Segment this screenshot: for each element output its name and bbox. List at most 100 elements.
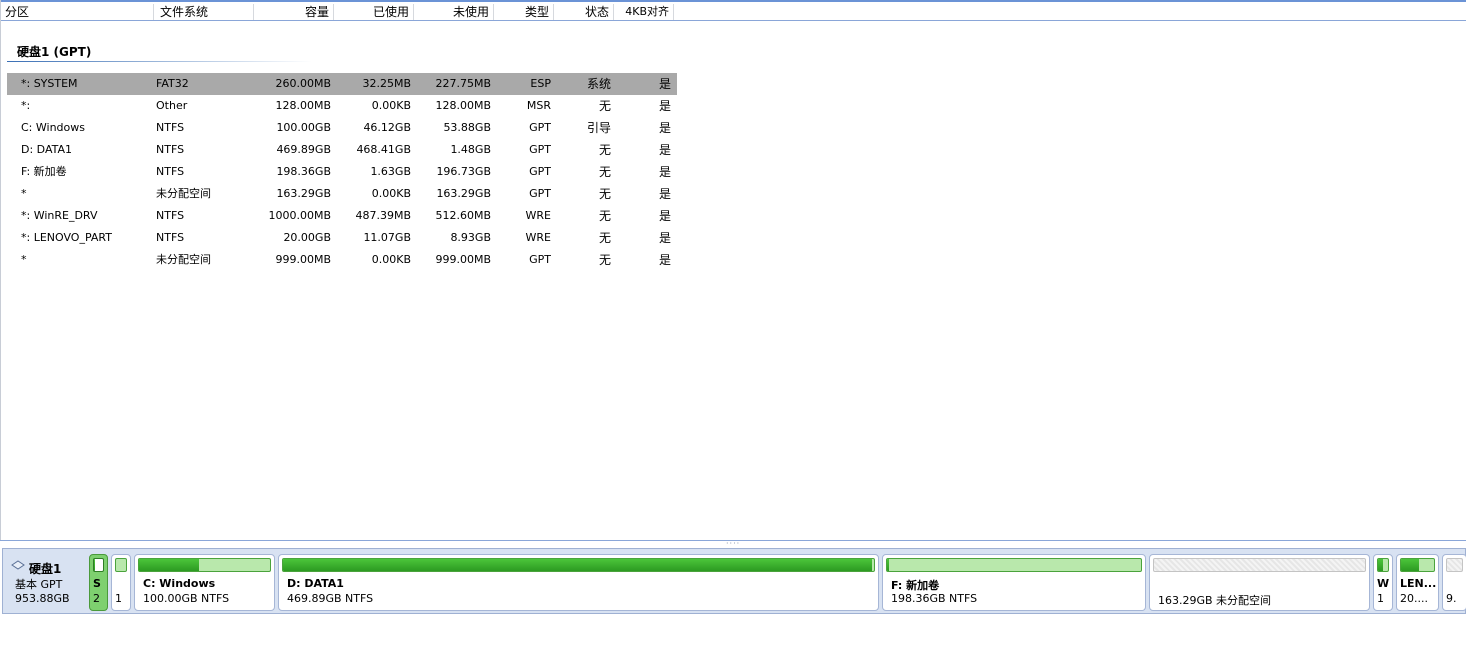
partition-name-cell: F: 新加卷 (21, 165, 67, 178)
partition-usage-fill (887, 559, 890, 571)
partition-cap-cell: 100.00GB (276, 121, 331, 134)
partition-cap-cell: 20.00GB (283, 231, 331, 244)
partition-free-cell: 227.75MB (435, 77, 491, 90)
partition-usage-bar (93, 558, 104, 572)
partition-block-info: 9. (1446, 592, 1457, 605)
partition-cap-cell: 469.89GB (276, 143, 331, 156)
partition-type-cell: GPT (529, 253, 551, 266)
disk-partition-block[interactable]: 1 (111, 554, 131, 611)
partition-fs-cell: NTFS (156, 231, 185, 244)
partition-row[interactable]: F: 新加卷 NTFS 198.36GB 1.63GB 196.73GB GPT 无 是 (7, 161, 677, 183)
disk-group-header: 硬盘1 (GPT) (7, 42, 312, 62)
panel-splitter[interactable]: ···· (0, 540, 1466, 548)
disk-icon (11, 560, 25, 570)
disk-partition-block[interactable]: F: 新加卷 198.36GB NTFS (882, 554, 1146, 611)
partition-block-label: C: Windows (143, 577, 216, 590)
disk-partition-block[interactable]: D: DATA1 469.89GB NTFS (278, 554, 879, 611)
disk-partition-block[interactable]: 163.29GB 未分配空间 (1149, 554, 1370, 611)
partition-row[interactable]: *: SYSTEM FAT32 260.00MB 32.25MB 227.75MB ESP… (7, 73, 677, 95)
partition-free-cell: 163.29GB (436, 187, 491, 200)
partition-usage-bar (138, 558, 271, 572)
partition-align-cell: 是 (658, 143, 671, 157)
partition-free-cell: 53.88GB (443, 121, 491, 134)
disk-size: 953.88GB (15, 592, 70, 605)
partition-used-cell: 487.39MB (355, 209, 411, 222)
partition-block-label: S (93, 577, 101, 590)
splitter-grip-icon[interactable]: ···· (726, 540, 748, 548)
partition-fs-cell: 未分配空间 (156, 187, 211, 200)
partition-free-cell: 8.93GB (450, 231, 491, 244)
partition-status-cell: 无 (598, 165, 611, 179)
partition-name-cell: D: DATA1 (21, 143, 73, 156)
partition-align-cell: 是 (658, 77, 671, 91)
partition-row[interactable]: *: Other 128.00MB 0.00KB 128.00MB MSR 无 是 (7, 95, 677, 117)
partition-align-cell: 是 (658, 231, 671, 245)
partition-used-cell: 0.00KB (371, 253, 411, 266)
disk-partition-block[interactable]: 9. (1442, 554, 1466, 611)
partition-block-info: 1 (115, 592, 122, 605)
disk-partition-block[interactable]: S2 (89, 554, 108, 611)
disk-partition-block[interactable]: C: Windows 100.00GB NTFS (134, 554, 275, 611)
partition-type-cell: WRE (525, 209, 551, 222)
partition-type-cell: GPT (529, 121, 551, 134)
partition-status-cell: 无 (598, 143, 611, 157)
disk-group-divider (7, 61, 312, 62)
column-header: 分区 文件系统 容量 已使用 未使用 类型 状态 4KB对齐 (1, 0, 1466, 21)
col-status[interactable]: 状态 (556, 4, 614, 20)
disk-info[interactable]: 硬盘1 基本 GPT 953.88GB (5, 551, 87, 611)
partition-usage-fill (139, 559, 200, 571)
col-capacity[interactable]: 容量 (256, 4, 334, 20)
partition-status-cell: 无 (598, 253, 611, 267)
partition-usage-bar (1377, 558, 1389, 572)
partition-name-cell: *: (21, 99, 31, 112)
partition-align-cell: 是 (658, 121, 671, 135)
partition-fs-cell: NTFS (156, 165, 185, 178)
partition-free-cell: 1.48GB (450, 143, 491, 156)
disk-partition-block[interactable]: W1 (1373, 554, 1393, 611)
partition-block-label: LEN... (1400, 577, 1437, 590)
col-4k-align[interactable]: 4KB对齐 (616, 4, 674, 20)
partition-status-cell: 引导 (586, 121, 611, 135)
col-unused[interactable]: 未使用 (416, 4, 494, 20)
partition-row[interactable]: C: Windows NTFS 100.00GB 46.12GB 53.88GB GPT 引… (7, 117, 677, 139)
partition-free-cell: 512.60MB (435, 209, 491, 222)
partition-block-label: W (1377, 577, 1390, 590)
partition-align-cell: 是 (658, 209, 671, 223)
partition-row[interactable]: D: DATA1 NTFS 469.89GB 468.41GB 1.48GB GPT 无 是 (7, 139, 677, 161)
col-type[interactable]: 类型 (496, 4, 554, 20)
partition-usage-fill (94, 559, 96, 571)
disk-partition-block[interactable]: LEN... 20.... (1396, 554, 1439, 611)
disk-type: 基本 GPT (15, 578, 63, 591)
partition-row[interactable]: * 未分配空间 163.29GB 0.00KB 163.29GB GPT 无 是 (7, 183, 677, 205)
partition-type-cell: ESP (530, 77, 551, 90)
partition-used-cell: 468.41GB (356, 143, 411, 156)
partition-row[interactable]: * 未分配空间 999.00MB 0.00KB 999.00MB GPT 无 是 (7, 249, 677, 271)
partition-block-info: 20.... (1400, 592, 1428, 605)
disk-group-title: 硬盘1 (GPT) (17, 45, 92, 59)
col-partition[interactable]: 分区 (1, 4, 154, 20)
partition-used-cell: 46.12GB (363, 121, 411, 134)
partition-row[interactable]: *: WinRE_DRV NTFS 1000.00MB 487.39MB 512.60M… (7, 205, 677, 227)
partition-align-cell: 是 (658, 99, 671, 113)
partition-type-cell: MSR (526, 99, 551, 112)
partition-status-cell: 无 (598, 99, 611, 113)
partition-name-cell: *: LENOVO_PART (21, 231, 112, 244)
partition-free-cell: 128.00MB (435, 99, 491, 112)
partition-free-cell: 999.00MB (435, 253, 491, 266)
partition-usage-fill (1378, 559, 1383, 571)
col-used[interactable]: 已使用 (336, 4, 414, 20)
partition-used-cell: 1.63GB (370, 165, 411, 178)
partition-usage-bar (115, 558, 127, 572)
partition-fs-cell: NTFS (156, 143, 185, 156)
partition-align-cell: 是 (658, 165, 671, 179)
partition-usage-fill (1401, 559, 1420, 571)
partition-cap-cell: 999.00MB (275, 253, 331, 266)
partition-row[interactable]: *: LENOVO_PART NTFS 20.00GB 11.07GB 8.93GB WR… (7, 227, 677, 249)
col-filesystem[interactable]: 文件系统 (156, 4, 254, 20)
partition-used-cell: 32.25MB (362, 77, 411, 90)
partition-block-label: F: 新加卷 (891, 579, 940, 592)
partition-type-cell: WRE (525, 231, 551, 244)
partition-fs-cell: Other (156, 99, 188, 112)
partition-block-info: 100.00GB NTFS (143, 592, 230, 605)
partition-fs-cell: NTFS (156, 121, 185, 134)
